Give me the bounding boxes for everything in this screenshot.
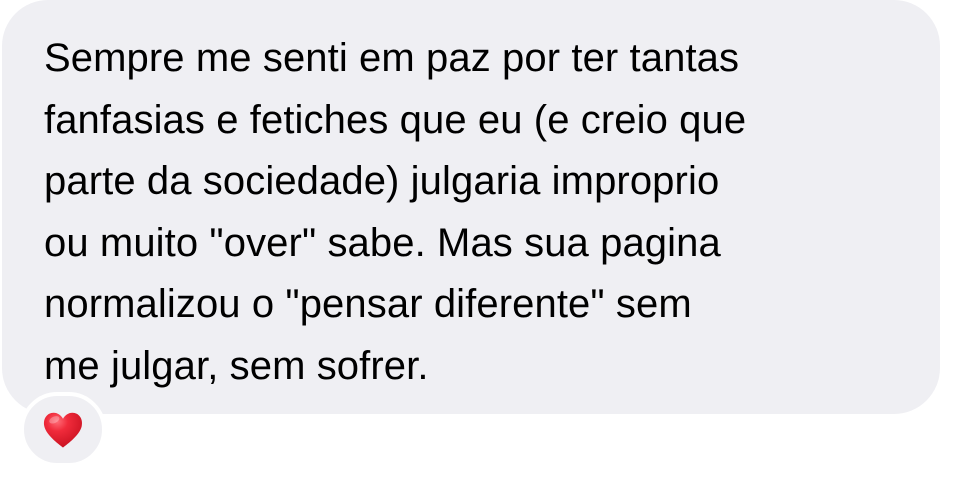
heart-icon: [43, 412, 83, 447]
reaction-badge[interactable]: [20, 392, 106, 467]
message-bubble[interactable]: Sempre me senti em paz por ter tantas fa…: [2, 0, 940, 414]
message-text: Sempre me senti em paz por ter tantas fa…: [44, 36, 747, 388]
message-thread: Sempre me senti em paz por ter tantas fa…: [0, 0, 979, 503]
